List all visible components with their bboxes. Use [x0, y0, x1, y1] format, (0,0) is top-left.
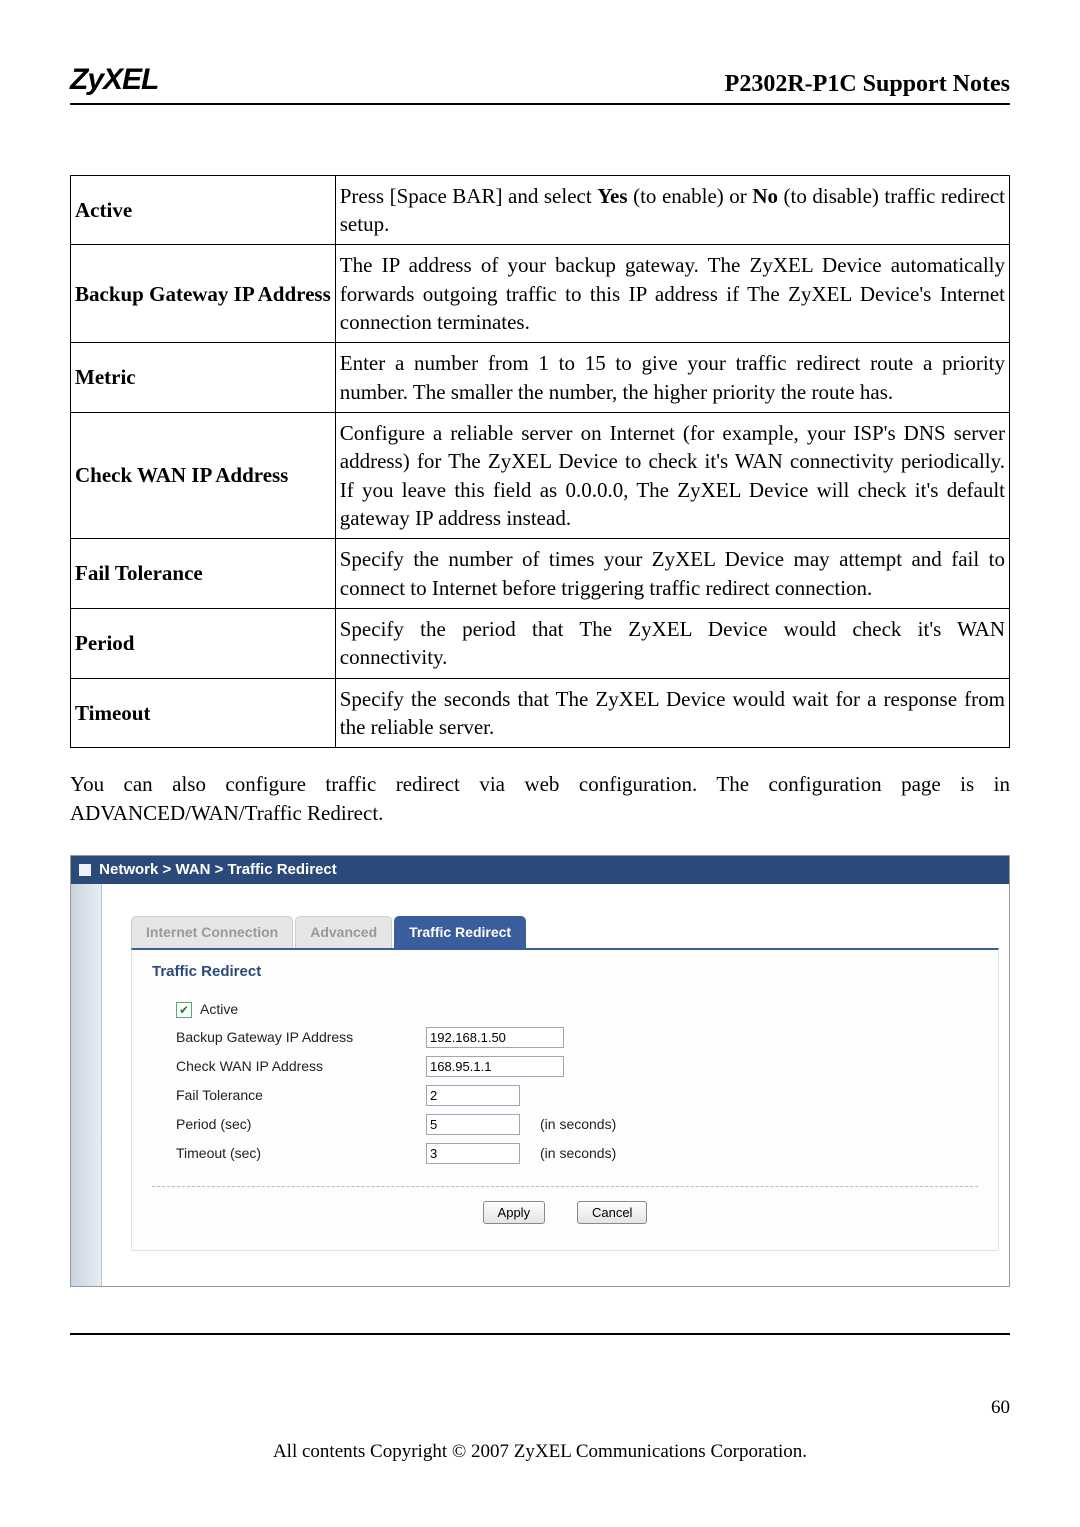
check-wan-input[interactable]	[426, 1056, 564, 1077]
breadcrumb: Network > WAN > Traffic Redirect	[71, 856, 1009, 884]
table-row: Timeout Specify the seconds that The ZyX…	[71, 678, 1010, 748]
fail-tolerance-input[interactable]	[426, 1085, 520, 1106]
row-backup-gateway: Backup Gateway IP Address	[176, 1027, 978, 1048]
tab-bar: Internet Connection Advanced Traffic Red…	[131, 916, 999, 948]
doc-title: P2302R-P1C Support Notes	[725, 68, 1010, 100]
period-input[interactable]	[426, 1114, 520, 1135]
side-strip	[71, 884, 102, 1286]
logo: ZyXEL	[70, 60, 158, 101]
table-row: Active Press [Space BAR] and select Yes …	[71, 175, 1010, 245]
row-label: Active	[71, 175, 336, 245]
row-desc: Specify the seconds that The ZyXEL Devic…	[335, 678, 1009, 748]
footer-rule	[70, 1333, 1010, 1335]
config-screenshot: Network > WAN > Traffic Redirect Interne…	[70, 855, 1010, 1287]
period-suffix: (in seconds)	[540, 1115, 616, 1134]
button-row: Apply Cancel	[152, 1186, 978, 1224]
row-period: Period (sec) (in seconds)	[176, 1114, 978, 1135]
backup-gateway-input[interactable]	[426, 1027, 564, 1048]
table-row: Fail Tolerance Specify the number of tim…	[71, 539, 1010, 609]
cancel-button[interactable]: Cancel	[577, 1201, 647, 1224]
section-title: Traffic Redirect	[152, 962, 978, 982]
row-label: Timeout	[71, 678, 336, 748]
breadcrumb-icon	[79, 864, 91, 876]
table-row: Backup Gateway IP Address The IP address…	[71, 245, 1010, 343]
table-row: Check WAN IP Address Configure a reliabl…	[71, 412, 1010, 538]
page-header: ZyXEL P2302R-P1C Support Notes	[70, 60, 1010, 105]
row-fail-tolerance: Fail Tolerance	[176, 1085, 978, 1106]
row-active: ✔ Active	[176, 1000, 978, 1019]
row-desc: Press [Space BAR] and select Yes (to ena…	[335, 175, 1009, 245]
row-desc: Specify the period that The ZyXEL Device…	[335, 608, 1009, 678]
definition-table: Active Press [Space BAR] and select Yes …	[70, 175, 1010, 749]
body-paragraph: You can also configure traffic redirect …	[70, 770, 1010, 827]
row-desc: Enter a number from 1 to 15 to give your…	[335, 343, 1009, 413]
apply-button[interactable]: Apply	[483, 1201, 546, 1224]
row-label: Check WAN IP Address	[71, 412, 336, 538]
fail-tolerance-label: Fail Tolerance	[176, 1086, 426, 1105]
form-panel: Traffic Redirect ✔ Active Backup Gateway…	[131, 948, 999, 1251]
row-label: Fail Tolerance	[71, 539, 336, 609]
row-check-wan: Check WAN IP Address	[176, 1056, 978, 1077]
row-timeout: Timeout (sec) (in seconds)	[176, 1143, 978, 1164]
period-label: Period (sec)	[176, 1115, 426, 1134]
timeout-label: Timeout (sec)	[176, 1144, 426, 1163]
row-label: Backup Gateway IP Address	[71, 245, 336, 343]
copyright: All contents Copyright © 2007 ZyXEL Comm…	[70, 1439, 1010, 1465]
active-label: Active	[200, 1000, 238, 1019]
row-desc: Specify the number of times your ZyXEL D…	[335, 539, 1009, 609]
active-checkbox[interactable]: ✔	[176, 1002, 192, 1018]
tab-traffic-redirect[interactable]: Traffic Redirect	[394, 916, 526, 948]
table-row: Period Specify the period that The ZyXEL…	[71, 608, 1010, 678]
row-desc: The IP address of your backup gateway. T…	[335, 245, 1009, 343]
timeout-input[interactable]	[426, 1143, 520, 1164]
row-label: Metric	[71, 343, 336, 413]
backup-gateway-label: Backup Gateway IP Address	[176, 1028, 426, 1047]
timeout-suffix: (in seconds)	[540, 1144, 616, 1163]
row-label: Period	[71, 608, 336, 678]
tab-internet-connection[interactable]: Internet Connection	[131, 916, 293, 948]
row-desc: Configure a reliable server on Internet …	[335, 412, 1009, 538]
page-number: 60	[70, 1395, 1010, 1421]
tab-advanced[interactable]: Advanced	[295, 916, 392, 948]
check-wan-label: Check WAN IP Address	[176, 1057, 426, 1076]
table-row: Metric Enter a number from 1 to 15 to gi…	[71, 343, 1010, 413]
